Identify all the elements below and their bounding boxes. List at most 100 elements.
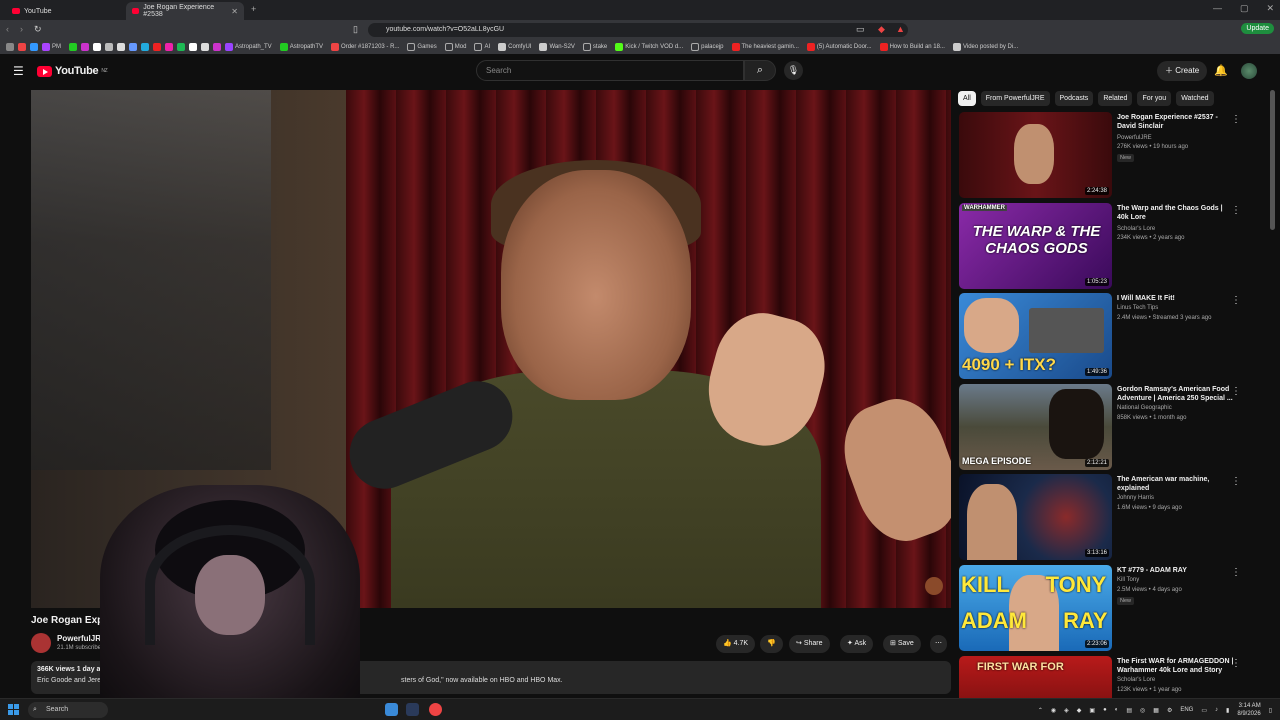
bookmark-icon[interactable] (201, 43, 209, 51)
related-video-item[interactable]: 2:24:38 Joe Rogan Experience #2537 - Dav… (959, 112, 1259, 198)
related-channel[interactable]: PowerfulJRE (1117, 135, 1152, 141)
related-title[interactable]: KT #779 - ADAM RAY (1117, 566, 1235, 575)
chip-all[interactable]: All (958, 91, 976, 106)
user-avatar[interactable] (1241, 63, 1257, 79)
tray-app-icon[interactable]: ◉ (1051, 707, 1056, 714)
more-vertical-icon[interactable]: ⋮ (1231, 567, 1241, 578)
related-channel[interactable]: Scholar's Lore (1117, 677, 1155, 683)
video-thumbnail[interactable]: 4090 + ITX? 1:49:36 (959, 293, 1112, 379)
bookmark-item[interactable]: How to Build an 18... (879, 43, 945, 51)
related-title[interactable]: The Warp and the Chaos Gods | 40k Lore (1117, 204, 1235, 222)
update-button[interactable]: Update (1241, 23, 1274, 34)
maximize-icon[interactable]: ▢ (1240, 3, 1249, 14)
bookmark-item[interactable]: Order #1871203 - R... (331, 43, 399, 51)
chip-from-channel[interactable]: From PowerfulJRE (980, 91, 1050, 106)
search-button[interactable]: ⌕ (744, 60, 776, 81)
volume-icon[interactable]: ♪ (1215, 707, 1218, 713)
create-button[interactable]: ＋ Create (1157, 61, 1208, 81)
more-vertical-icon[interactable]: ⋮ (1231, 476, 1241, 487)
forward-icon[interactable]: › (20, 24, 23, 34)
tray-app-icon[interactable]: ◆ (1077, 707, 1082, 714)
bookmark-icon[interactable] (69, 43, 77, 51)
chip-related[interactable]: Related (1098, 91, 1133, 106)
related-channel[interactable]: Kill Tony (1117, 577, 1139, 583)
cast-icon[interactable]: ▭ (856, 24, 865, 35)
more-vertical-icon[interactable]: ⋮ (1231, 295, 1241, 306)
tray-chevron-icon[interactable]: ⌃ (1038, 707, 1043, 714)
tab-close-icon[interactable]: ✕ (231, 7, 238, 16)
bookmark-item[interactable]: Video posted by Di... (952, 43, 1018, 51)
related-channel[interactable]: Johnny Harris (1117, 495, 1154, 501)
bookmark-item[interactable]: ComfyUI (498, 43, 531, 51)
bookmark-icon[interactable] (129, 43, 137, 51)
notifications-bell-icon[interactable]: 🔔 (1214, 64, 1228, 77)
related-video-item[interactable]: 4090 + ITX? 1:49:36 I Will MAKE It Fit! … (959, 293, 1259, 379)
chrome-icon[interactable] (429, 703, 442, 716)
chip-watched[interactable]: Watched (1176, 91, 1214, 106)
search-input[interactable]: Search (476, 60, 744, 81)
taskbar-app-icon[interactable] (385, 703, 398, 716)
tray-app-icon[interactable]: ◐ (1115, 707, 1119, 713)
video-thumbnail[interactable]: KILL TONY ADAM RAY 2:23:06 (959, 565, 1112, 651)
related-title[interactable]: Gordon Ramsay's American Food Adventure … (1117, 385, 1235, 403)
bookmark-icon[interactable] (165, 43, 173, 51)
bookmark-icon[interactable] (105, 43, 113, 51)
bookmark-item[interactable]: AstropathTV (279, 43, 323, 51)
video-thumbnail[interactable]: 2:24:38 (959, 112, 1112, 198)
related-channel[interactable]: Scholar's Lore (1117, 226, 1155, 232)
clock[interactable]: 3:14 AM 8/9/2026 (1237, 702, 1260, 718)
more-vertical-icon[interactable]: ⋮ (1231, 386, 1241, 397)
bookmark-item[interactable]: AI (474, 43, 490, 51)
related-title[interactable]: The American war machine, explained (1117, 475, 1235, 493)
network-icon[interactable]: ▭ (1201, 707, 1207, 714)
related-channel[interactable]: National Geographic (1117, 405, 1172, 411)
related-channel[interactable]: Linus Tech Tips (1117, 305, 1158, 311)
save-button[interactable]: ⊞ Save (883, 635, 921, 653)
bookmark-item[interactable]: Wan-S2V (539, 43, 575, 51)
more-actions-button[interactable]: ⋯ (930, 635, 947, 653)
bookmark-icon[interactable] (81, 43, 89, 51)
bookmark-item[interactable]: Kick / Twitch VOD d... (615, 43, 683, 51)
dislike-button[interactable]: 👎 (760, 635, 783, 653)
bookmark-item[interactable]: PM (42, 43, 61, 51)
voice-search-button[interactable]: 🎙 (784, 61, 803, 80)
extension-icon[interactable]: ◆ (878, 24, 885, 35)
battery-icon[interactable]: ▮ (1226, 707, 1229, 714)
related-video-item[interactable]: WARHAMMER THE WARP & THE CHAOS GODS 1:05… (959, 203, 1259, 289)
bookmark-item[interactable]: Games (407, 43, 437, 51)
x-icon[interactable] (93, 43, 101, 51)
tray-app-icon[interactable]: ● (1103, 707, 1107, 713)
related-video-item[interactable]: FIRST WAR FOR The First WAR for ARMAGEDD… (959, 656, 1259, 698)
windows-start-icon[interactable] (8, 704, 19, 715)
tray-app-icon[interactable]: ▣ (1089, 707, 1095, 714)
video-thumbnail[interactable]: FIRST WAR FOR (959, 656, 1112, 698)
tab-jre[interactable]: Joe Rogan Experience #2538 ✕ (126, 2, 244, 20)
language-indicator[interactable]: ENG (1180, 707, 1193, 713)
bookmark-icon[interactable] (141, 43, 149, 51)
bookmark-icon[interactable] (117, 43, 125, 51)
ask-button[interactable]: ✦ Ask (840, 635, 874, 653)
warning-icon[interactable]: ▲ (896, 24, 905, 34)
bookmark-item[interactable]: The heaviest gamin... (731, 43, 799, 51)
video-thumbnail[interactable]: WARHAMMER THE WARP & THE CHAOS GODS 1:05… (959, 203, 1112, 289)
related-title[interactable]: I Will MAKE It Fit! (1117, 294, 1235, 303)
minimize-icon[interactable]: — (1213, 3, 1222, 14)
youtube-logo[interactable]: YouTube NZ (37, 65, 108, 77)
notification-icon[interactable]: ▯ (1269, 707, 1272, 714)
bookmark-item[interactable]: (5) Automatic Door... (806, 43, 872, 51)
related-video-item[interactable]: MEGA EPISODE 2:12:21 Gordon Ramsay's Ame… (959, 384, 1259, 470)
tray-app-icon[interactable]: ⚙ (1167, 707, 1172, 714)
video-thumbnail[interactable]: 3:13:16 (959, 474, 1112, 560)
back-icon[interactable]: ‹ (6, 24, 9, 34)
bookmark-icon[interactable] (30, 43, 38, 51)
tray-app-icon[interactable]: ◎ (1140, 707, 1145, 714)
url-field[interactable]: youtube.com/watch?v=O52aLL8ycGU (368, 23, 908, 37)
related-video-item[interactable]: 3:13:16 The American war machine, explai… (959, 474, 1259, 560)
chip-for-you[interactable]: For you (1137, 91, 1172, 106)
more-vertical-icon[interactable]: ⋮ (1231, 658, 1241, 669)
bookmark-icon[interactable] (153, 43, 161, 51)
related-title[interactable]: Joe Rogan Experience #2537 - David Sincl… (1117, 113, 1235, 131)
chip-podcasts[interactable]: Podcasts (1054, 91, 1094, 106)
channel-avatar[interactable] (31, 633, 51, 653)
bookmark-icon[interactable] (18, 43, 26, 51)
